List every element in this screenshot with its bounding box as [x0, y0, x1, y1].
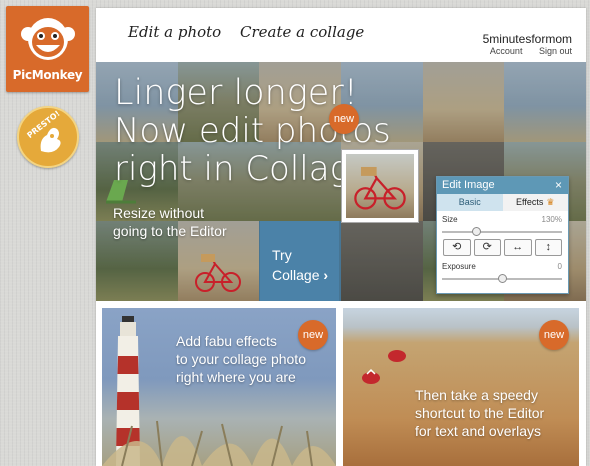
nav-create-collage[interactable]: Create a collage: [240, 23, 364, 41]
new-badge: new: [329, 104, 359, 134]
exposure-row: Exposure 0: [437, 260, 568, 274]
size-value: 130%: [541, 215, 562, 224]
crown-icon: ♛: [546, 197, 555, 207]
card-text-line: shortcut to the Editor: [415, 405, 545, 421]
hero-sub-line: going to the Editor: [113, 223, 227, 239]
transform-tools: ⟲ ⟳ ↔ ↕: [437, 239, 568, 256]
photo-thumbnail: [346, 154, 414, 218]
exposure-value: 0: [557, 262, 562, 271]
edit-image-panel: Edit Image × Basic Effects ♛ Size 130% ⟲ …: [436, 176, 569, 294]
card-left-text: Add fabu effects to your collage photo r…: [176, 332, 306, 386]
size-slider-knob[interactable]: [471, 227, 481, 236]
rotate-right-icon[interactable]: ⟳: [473, 239, 501, 256]
logo-text: PicMonkey: [12, 68, 83, 82]
try-collage-label: Try Collage ›: [272, 245, 328, 285]
try-collage-button[interactable]: Try Collage ›: [260, 221, 339, 301]
flip-vertical-icon[interactable]: ↕: [534, 239, 562, 256]
card-text-line: right where you are: [176, 369, 296, 385]
hero-sub-line: Resize without: [113, 205, 205, 221]
user-name[interactable]: 5minutesformom: [483, 32, 572, 46]
tab-effects-label: Effects: [516, 197, 544, 207]
monkey-face-icon: [21, 18, 75, 60]
edit-image-title: Edit Image: [442, 179, 495, 191]
picmonkey-logo[interactable]: PicMonkey: [6, 6, 89, 92]
bicycle-icon: [195, 254, 241, 292]
hero-subtitle: Resize without going to the Editor: [113, 204, 253, 240]
card-text-line: for text and overlays: [415, 423, 542, 439]
card-right-text: Then take a speedy shortcut to the Edito…: [415, 386, 544, 440]
main-panel: Edit a photo Create a collage 5minutesfo…: [96, 8, 586, 466]
size-row: Size 130%: [437, 213, 568, 227]
magic-hand-icon: [40, 127, 61, 153]
size-slider[interactable]: [442, 227, 562, 236]
rotate-left-icon[interactable]: ⟲: [443, 239, 471, 256]
feature-card-editor[interactable]: new Then take a speedy shortcut to the E…: [343, 308, 579, 466]
try-line: Collage: [272, 267, 320, 283]
size-slider-row: [437, 227, 568, 237]
user-links: Account Sign out: [476, 46, 572, 56]
flip-flops-icon: [362, 350, 406, 384]
presto-badge[interactable]: PRESTO!: [17, 106, 79, 168]
exposure-slider-row: [437, 274, 568, 284]
editor-tabs: Basic Effects ♛: [437, 194, 568, 211]
size-label: Size: [442, 215, 458, 224]
new-badge: new: [539, 320, 569, 350]
edit-image-header: Edit Image ×: [437, 177, 568, 194]
account-link[interactable]: Account: [490, 46, 523, 56]
try-line: Try: [272, 247, 292, 263]
tab-basic[interactable]: Basic: [437, 194, 503, 211]
flip-horizontal-icon[interactable]: ↔: [504, 239, 532, 256]
feature-card-effects[interactable]: new Add fabu effects to your collage pho…: [102, 308, 336, 466]
dune-grass-icon: [102, 420, 336, 466]
card-text-line: to your collage photo: [176, 351, 306, 367]
card-text-line: Add fabu effects: [176, 333, 277, 349]
close-icon[interactable]: ×: [555, 178, 562, 192]
hero-banner[interactable]: Linger longer! Now edit photos right in …: [96, 62, 586, 301]
exposure-slider-knob[interactable]: [498, 274, 507, 283]
card-text-line: Then take a speedy: [415, 387, 538, 403]
tab-effects[interactable]: Effects ♛: [502, 194, 568, 211]
nav-edit-photo[interactable]: Edit a photo: [128, 23, 221, 41]
bicycle-icon: [354, 166, 406, 210]
selected-photo[interactable]: [342, 150, 418, 222]
chevron-right-icon: ›: [323, 267, 329, 283]
exposure-slider[interactable]: [442, 274, 562, 283]
exposure-label: Exposure: [442, 262, 476, 271]
signout-link[interactable]: Sign out: [539, 46, 572, 56]
